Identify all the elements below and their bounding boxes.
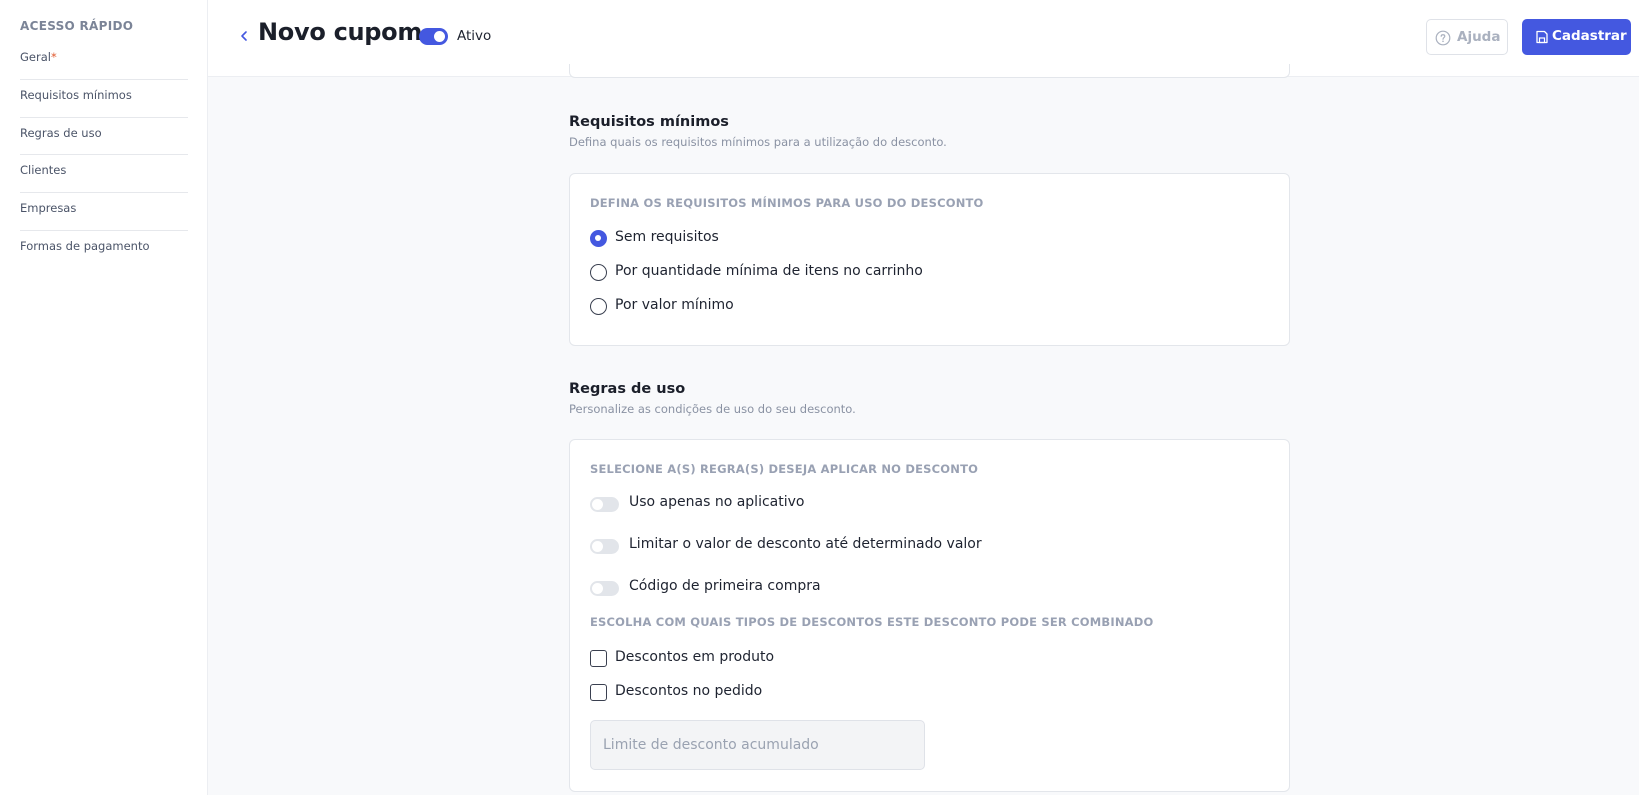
toggle-knob xyxy=(592,541,603,552)
combine-discounts-label: ESCOLHA COM QUAIS TIPOS DE DESCONTOS EST… xyxy=(590,615,1154,629)
min-requirements-title: Requisitos mínimos xyxy=(569,114,729,130)
sidebar-item-regras-de-uso[interactable]: Regras de uso xyxy=(20,118,188,156)
sidebar-item-label: Clientes xyxy=(20,163,67,178)
usage-rules-card-label: SELECIONE A(S) REGRA(S) DESEJA APLICAR N… xyxy=(590,462,979,476)
toggle-switch[interactable] xyxy=(590,497,619,512)
sidebar-item-empresas[interactable]: Empresas xyxy=(20,193,188,231)
switch-label: Limitar o valor de desconto até determin… xyxy=(629,536,982,552)
usage-rules-description: Personalize as condições de uso do seu d… xyxy=(569,402,856,416)
min-requirements-description: Defina quais os requisitos mínimos para … xyxy=(569,135,947,149)
back-button[interactable] xyxy=(236,24,252,48)
checkbox-order-discounts[interactable]: Descontos no pedido xyxy=(590,683,990,703)
switch-first-purchase-code[interactable]: Código de primeira compra xyxy=(590,578,1090,598)
chevron-left-icon xyxy=(241,31,247,41)
general-section-card-bottom xyxy=(569,64,1290,78)
radio-label: Por valor mínimo xyxy=(615,297,734,313)
radio-button[interactable] xyxy=(590,230,607,247)
register-button-label: Cadastrar xyxy=(1552,28,1627,44)
switch-app-only[interactable]: Uso apenas no aplicativo xyxy=(590,494,1090,514)
sidebar-item-label: Regras de uso xyxy=(20,125,102,140)
required-mark: * xyxy=(50,50,57,64)
sidebar-item-label: Geral xyxy=(20,50,51,64)
switch-label: Uso apenas no aplicativo xyxy=(629,494,805,510)
help-button-label: Ajuda xyxy=(1457,29,1501,45)
toggle-switch[interactable] xyxy=(590,581,619,596)
checkbox-product-discounts[interactable]: Descontos em produto xyxy=(590,649,990,669)
sidebar-item-label: Empresas xyxy=(20,201,77,216)
radio-no-requirements[interactable]: Sem requisitos xyxy=(590,229,990,249)
sidebar-item-label: Formas de pagamento xyxy=(20,238,150,253)
checkbox-label: Descontos no pedido xyxy=(615,683,763,699)
radio-min-value[interactable]: Por valor mínimo xyxy=(590,297,990,317)
sidebar-nav: Geral* Requisitos mínimos Regras de uso … xyxy=(20,42,188,269)
toggle-knob xyxy=(592,499,603,510)
usage-rules-title: Regras de uso xyxy=(569,381,686,397)
radio-label: Por quantidade mínima de itens no carrin… xyxy=(615,263,923,279)
sidebar-title: ACESSO RÁPIDO xyxy=(20,19,134,33)
sidebar-item-label: Requisitos mínimos xyxy=(20,87,132,102)
switch-limit-discount-value[interactable]: Limitar o valor de desconto até determin… xyxy=(590,536,1090,556)
checkbox[interactable] xyxy=(590,684,607,701)
min-requirements-card-label: DEFINA OS REQUISITOS MÍNIMOS PARA USO DO… xyxy=(590,196,984,210)
quick-access-sidebar: ACESSO RÁPIDO Geral* Requisitos mínimos … xyxy=(0,0,208,795)
save-icon xyxy=(1536,30,1548,44)
register-button[interactable]: Cadastrar xyxy=(1522,19,1631,55)
switch-label: Código de primeira compra xyxy=(629,578,821,594)
checkbox-label: Descontos em produto xyxy=(615,649,775,665)
sidebar-item-requisitos-minimos[interactable]: Requisitos mínimos xyxy=(20,80,188,118)
min-requirements-card: DEFINA OS REQUISITOS MÍNIMOS PARA USO DO… xyxy=(569,173,1290,346)
sidebar-item-clientes[interactable]: Clientes xyxy=(20,155,188,194)
sidebar-item-geral[interactable]: Geral* xyxy=(20,42,188,80)
radio-button[interactable] xyxy=(590,298,607,315)
page-title: Novo cupom xyxy=(258,18,423,46)
toggle-knob xyxy=(592,583,603,594)
radio-label: Sem requisitos xyxy=(615,229,719,245)
active-status-label: Ativo xyxy=(457,28,492,44)
toggle-switch[interactable] xyxy=(590,539,619,554)
radio-button[interactable] xyxy=(590,264,607,281)
sidebar-item-formas-de-pagamento[interactable]: Formas de pagamento xyxy=(20,231,188,269)
checkbox[interactable] xyxy=(590,650,607,667)
radio-min-items[interactable]: Por quantidade mínima de itens no carrin… xyxy=(590,263,990,283)
usage-rules-card: SELECIONE A(S) REGRA(S) DESEJA APLICAR N… xyxy=(569,439,1290,792)
accumulated-limit-input[interactable] xyxy=(590,720,925,770)
help-button[interactable]: Ajuda xyxy=(1426,19,1508,55)
help-circle-icon xyxy=(1435,30,1451,46)
toggle-knob xyxy=(434,31,445,42)
active-toggle[interactable] xyxy=(419,28,448,45)
